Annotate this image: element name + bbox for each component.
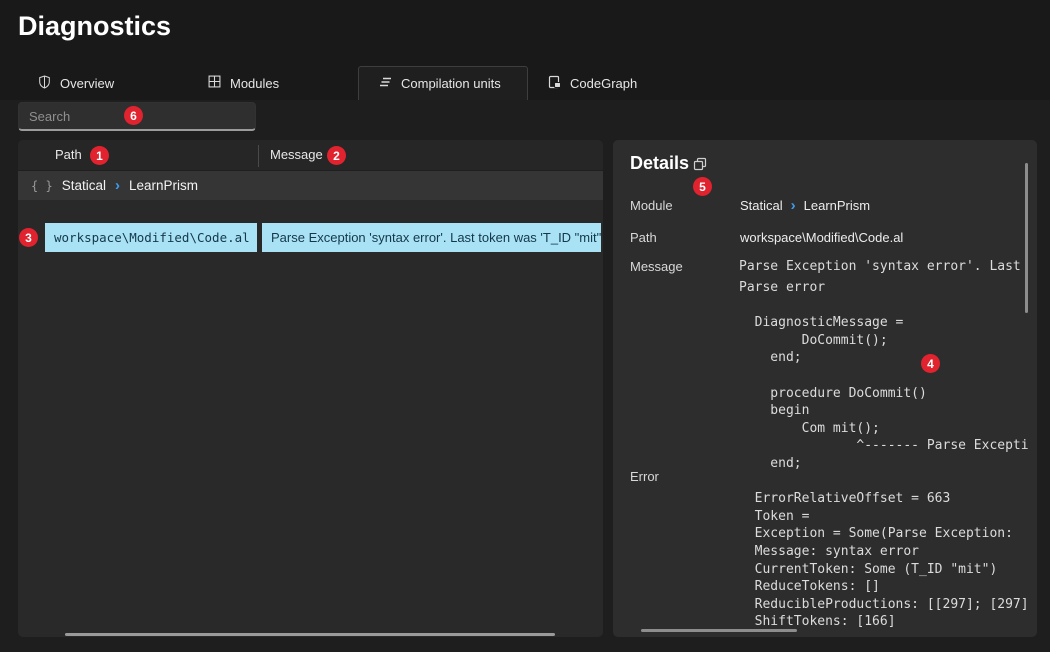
- annotation-badge-6: 6: [124, 106, 143, 125]
- copy-icon[interactable]: [693, 157, 707, 176]
- annotation-badge-5: 5: [693, 177, 712, 196]
- path-field-label: Path: [630, 230, 657, 245]
- message-field-value: Parse Exception 'syntax error'. Last tok…: [739, 259, 1028, 274]
- chevron-right-icon: ›: [115, 178, 120, 193]
- table-horizontal-scrollbar[interactable]: [65, 633, 555, 636]
- tab-overview-label: Overview: [60, 76, 114, 91]
- tab-modules-label: Modules: [230, 76, 279, 91]
- tab-compilation-units-label: Compilation units: [401, 76, 501, 91]
- tab-codegraph-label: CodeGraph: [570, 76, 637, 91]
- submodule-name: LearnPrism: [804, 198, 870, 213]
- chevron-right-icon: ›: [791, 198, 796, 213]
- annotation-badge-1: 1: [90, 146, 109, 165]
- group-module-name: Statical: [62, 178, 106, 193]
- compilation-units-table: Path Message { } Statical › LearnPrism w…: [18, 140, 603, 637]
- annotation-badge-3: 3: [19, 228, 38, 247]
- error-field-value: Parse error DiagnosticMessage = DoCommit…: [739, 279, 1028, 632]
- compilation-units-icon: [379, 76, 392, 91]
- module-group-row[interactable]: { } Statical › LearnPrism: [18, 171, 603, 200]
- message-field-label: Message: [630, 259, 683, 274]
- codegraph-icon: [548, 75, 561, 92]
- group-submodule-name: LearnPrism: [129, 178, 198, 193]
- tab-compilation-units[interactable]: Compilation units: [358, 66, 528, 100]
- details-title: Details: [630, 153, 689, 174]
- braces-icon: { }: [31, 179, 53, 193]
- table-row-path-cell[interactable]: workspace\Modified\Code.al: [45, 223, 257, 252]
- page-title: Diagnostics: [18, 11, 171, 42]
- column-divider[interactable]: [258, 145, 259, 167]
- tab-overview[interactable]: Overview: [18, 66, 188, 100]
- annotation-badge-4: 4: [921, 354, 940, 373]
- tab-modules[interactable]: Modules: [188, 66, 358, 100]
- module-field-label: Module: [630, 198, 673, 213]
- tab-codegraph[interactable]: CodeGraph: [528, 66, 698, 100]
- details-horizontal-scrollbar[interactable]: [641, 629, 797, 632]
- table-row-message-cell[interactable]: Parse Exception 'syntax error'. Last tok…: [262, 223, 601, 252]
- diagnostics-page: Diagnostics Overview Modules Compilation…: [0, 0, 1050, 652]
- column-header-message[interactable]: Message: [270, 147, 323, 162]
- shield-icon: [38, 75, 51, 92]
- path-field-value: workspace\Modified\Code.al: [740, 230, 903, 245]
- error-field-label: Error: [630, 469, 659, 484]
- module-field-value: Statical › LearnPrism: [740, 198, 870, 213]
- grid-icon: [208, 75, 221, 91]
- column-header-path[interactable]: Path: [55, 147, 82, 162]
- details-panel: Details Module Statical › LearnPrism Pat…: [613, 140, 1037, 637]
- details-vertical-scrollbar[interactable]: [1025, 163, 1028, 313]
- module-name: Statical: [740, 198, 783, 213]
- annotation-badge-2: 2: [327, 146, 346, 165]
